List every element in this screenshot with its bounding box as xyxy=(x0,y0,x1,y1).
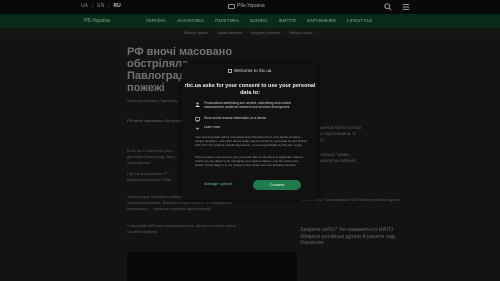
consent-learn-more[interactable]: Learn more xyxy=(195,125,220,131)
consent-title: rbc.ua asks for your consent to use your… xyxy=(184,83,316,96)
consent-body-text: Your personal data will be processed and… xyxy=(195,135,308,147)
consent-logo: Welcome to rbc.ua xyxy=(228,68,271,73)
consent-button[interactable]: Consent xyxy=(253,180,301,190)
broken-image-icon xyxy=(228,68,232,73)
learn-more-label[interactable]: Learn more xyxy=(204,125,220,129)
consent-purpose-text: Personalised advertising and content, ad… xyxy=(204,101,292,110)
consent-dialog: Welcome to rbc.ua rbc.ua asks for your c… xyxy=(182,63,318,200)
consent-purpose-ads: Personalised advertising and content, ad… xyxy=(195,101,309,109)
consent-logo-text: Welcome to rbc.ua xyxy=(234,68,272,73)
consent-purpose-text: Store and/or access information on a dev… xyxy=(204,116,267,120)
chevron-down-icon xyxy=(195,127,200,130)
person-icon xyxy=(195,102,200,107)
consent-body-text: Some vendors may process your personal d… xyxy=(195,155,304,167)
device-icon xyxy=(195,116,200,122)
page: UA | EN | RU Рбк-Україна РБ-Україна УКРА… xyxy=(0,0,500,281)
consent-purpose-device: Store and/or access information on a dev… xyxy=(195,116,309,122)
manage-options-button[interactable]: Manage options xyxy=(204,181,232,186)
